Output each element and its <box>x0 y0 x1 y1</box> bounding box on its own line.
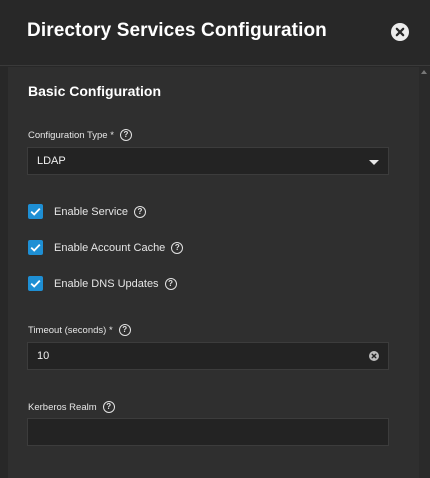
help-icon[interactable]: ? <box>134 205 146 218</box>
enable-account-cache-checkbox[interactable] <box>28 240 43 255</box>
section-title: Basic Configuration <box>28 83 162 99</box>
help-icon[interactable]: ? <box>102 401 115 413</box>
kerberos-realm-label-text: Kerberos Realm <box>28 401 97 413</box>
configuration-type-value: LDAP <box>37 155 66 167</box>
enable-service-row[interactable]: Enable Service ? <box>28 204 146 219</box>
timeout-value: 10 <box>37 350 50 362</box>
enable-dns-updates-label: Enable DNS Updates <box>54 277 159 290</box>
enable-account-cache-row[interactable]: Enable Account Cache ? <box>28 240 184 255</box>
dialog-header: Directory Services Configuration <box>0 0 430 66</box>
kerberos-realm-label: Kerberos Realm ? <box>28 401 115 413</box>
clear-icon[interactable] <box>369 351 379 361</box>
enable-service-checkbox[interactable] <box>28 204 43 219</box>
configuration-type-label: Configuration Type * ? <box>28 129 132 141</box>
timeout-input[interactable]: 10 <box>27 342 389 370</box>
scrollbar[interactable] <box>419 67 430 478</box>
help-icon[interactable]: ? <box>118 324 131 336</box>
dialog-title: Directory Services Configuration <box>27 20 327 41</box>
enable-dns-updates-checkbox[interactable] <box>28 276 43 291</box>
timeout-label: Timeout (seconds) * ? <box>28 324 131 336</box>
enable-dns-updates-row[interactable]: Enable DNS Updates ? <box>28 276 177 291</box>
enable-service-label: Enable Service <box>54 205 128 218</box>
timeout-label-text: Timeout (seconds) * <box>28 324 113 336</box>
enable-account-cache-label: Enable Account Cache <box>54 241 166 254</box>
close-icon[interactable] <box>391 23 409 41</box>
chevron-down-icon[interactable] <box>369 160 379 165</box>
kerberos-realm-input[interactable] <box>27 418 389 446</box>
configuration-type-label-text: Configuration Type * <box>28 129 114 141</box>
configuration-type-select[interactable]: LDAP <box>27 147 389 175</box>
help-icon[interactable]: ? <box>119 129 132 141</box>
help-icon[interactable]: ? <box>164 277 177 290</box>
scroll-up-arrow-icon[interactable] <box>421 70 427 74</box>
help-icon[interactable]: ? <box>171 241 184 254</box>
